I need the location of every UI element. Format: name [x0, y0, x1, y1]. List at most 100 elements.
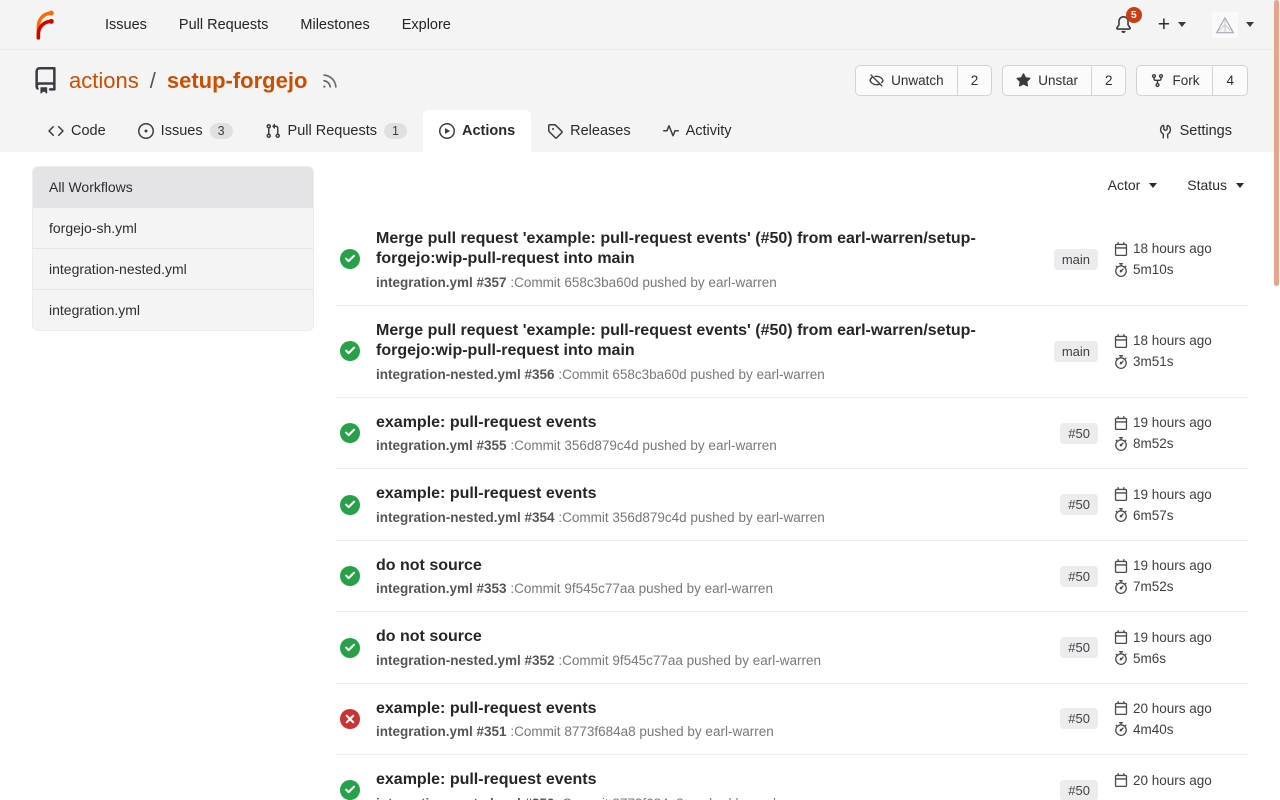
tab-activity[interactable]: Activity [647, 110, 748, 152]
run-subtitle: integration-nested.yml #352 :Commit 9f54… [376, 653, 1044, 668]
run-ref-badge[interactable]: #50 [1060, 566, 1098, 587]
run-duration: 3m51s [1114, 354, 1246, 369]
run-duration: 4m40s [1114, 722, 1246, 737]
actor-filter-dropdown[interactable]: Actor [1108, 172, 1158, 198]
workflow-run-row: do not source integration.yml #353 :Comm… [336, 540, 1248, 611]
run-ref-badge[interactable]: main [1054, 341, 1098, 362]
top-navbar: Issues Pull Requests Milestones Explore … [0, 0, 1280, 50]
tab-count-badge: 1 [384, 123, 407, 139]
run-subtitle: integration.yml #357 :Commit 658c3ba60d … [376, 275, 1038, 290]
run-duration: 5m6s [1114, 651, 1246, 666]
run-title-link[interactable]: do not source [376, 556, 996, 576]
check-circle-icon [340, 341, 360, 361]
run-title-link[interactable]: example: pull-request events [376, 413, 996, 433]
repo-action-buttons: Unwatch 2 Unstar 2 Fork [855, 65, 1248, 96]
sidebar-item-forgejo-sh-yml[interactable]: forgejo-sh.yml [33, 208, 313, 249]
watchers-count[interactable]: 2 [957, 66, 992, 95]
run-subtitle: integration-nested.yml #356 :Commit 658c… [376, 367, 1038, 382]
workflow-run-row: example: pull-request events integration… [336, 397, 1248, 468]
tab-actions[interactable]: Actions [423, 110, 531, 152]
chevron-down-icon [1246, 22, 1254, 27]
navbar-link-pull-requests[interactable]: Pull Requests [163, 0, 284, 49]
navbar-link-issues[interactable]: Issues [89, 0, 163, 49]
chevron-down-icon [1149, 183, 1157, 188]
eye-slash-icon [869, 73, 884, 88]
check-circle-icon [340, 249, 360, 269]
notification-count-badge: 5 [1126, 7, 1142, 23]
tab-pull-requests[interactable]: Pull Requests 1 [249, 110, 423, 152]
tab-settings[interactable]: Settings [1142, 110, 1248, 152]
run-ref-badge[interactable]: #50 [1060, 708, 1098, 729]
rss-icon[interactable] [321, 72, 339, 90]
run-title-link[interactable]: example: pull-request events [376, 699, 996, 719]
page-header: Issues Pull Requests Milestones Explore … [0, 0, 1280, 152]
run-subtitle: integration.yml #351 :Commit 8773f684a8 … [376, 724, 1044, 739]
tab-code[interactable]: Code [32, 110, 122, 152]
run-ref-badge[interactable]: #50 [1060, 637, 1098, 658]
page-scrollbar[interactable] [1274, 0, 1279, 286]
forks-count[interactable]: 4 [1212, 66, 1247, 95]
plus-icon: + [1158, 14, 1170, 35]
sidebar-item-integration-nested-yml[interactable]: integration-nested.yml [33, 249, 313, 290]
run-title-link[interactable]: example: pull-request events [376, 770, 996, 790]
run-filters: Actor Status [336, 166, 1248, 198]
run-title-link[interactable]: Merge pull request 'example: pull-reques… [376, 229, 996, 270]
tab-issues[interactable]: Issues 3 [122, 110, 249, 152]
stopwatch-icon [1114, 355, 1128, 369]
run-ref-badge[interactable]: main [1054, 249, 1098, 270]
run-duration: 8m52s [1114, 436, 1246, 451]
user-avatar-menu[interactable] [1212, 12, 1254, 38]
notifications-bell-icon[interactable]: 5 [1115, 16, 1132, 33]
run-duration: 5m10s [1114, 262, 1246, 277]
tab-releases[interactable]: Releases [531, 110, 646, 152]
workflow-run-row: example: pull-request events integration… [336, 683, 1248, 754]
repo-owner-link[interactable]: actions [69, 68, 139, 94]
run-time: 20 hours ago [1114, 701, 1246, 716]
stopwatch-icon [1114, 580, 1128, 594]
calendar-icon [1114, 630, 1128, 644]
repo-book-icon [32, 67, 59, 94]
tag-icon [547, 123, 563, 139]
check-circle-icon [340, 638, 360, 658]
run-duration: 6m57s [1114, 508, 1246, 523]
check-circle-icon [340, 495, 360, 515]
status-filter-dropdown[interactable]: Status [1187, 172, 1244, 198]
tools-icon [1158, 124, 1173, 139]
workflow-run-row: do not source integration-nested.yml #35… [336, 611, 1248, 682]
sidebar-item-all-workflows[interactable]: All Workflows [33, 167, 313, 208]
repo-name-link[interactable]: setup-forgejo [167, 68, 308, 94]
stopwatch-icon [1114, 437, 1128, 451]
run-title-link[interactable]: example: pull-request events [376, 484, 996, 504]
run-subtitle: integration.yml #355 :Commit 356d879c4d … [376, 438, 1044, 453]
calendar-icon [1114, 701, 1128, 715]
create-new-button[interactable]: + [1158, 14, 1186, 35]
run-time: 19 hours ago [1114, 558, 1246, 573]
workflow-run-row: Merge pull request 'example: pull-reques… [336, 214, 1248, 305]
forgejo-logo-icon[interactable] [26, 8, 59, 41]
sidebar-item-integration-yml[interactable]: integration.yml [33, 290, 313, 330]
run-time: 19 hours ago [1114, 487, 1246, 502]
workflow-run-row: example: pull-request events integration… [336, 754, 1248, 800]
navbar-link-milestones[interactable]: Milestones [284, 0, 385, 49]
run-ref-badge[interactable]: #50 [1060, 780, 1098, 800]
unstar-button: Unstar 2 [1002, 65, 1126, 96]
star-icon [1016, 73, 1031, 88]
run-title-link[interactable]: Merge pull request 'example: pull-reques… [376, 321, 996, 362]
run-title-link[interactable]: do not source [376, 627, 996, 647]
run-ref-badge[interactable]: #50 [1060, 494, 1098, 515]
navbar-link-explore[interactable]: Explore [386, 0, 467, 49]
repo-header: actions / setup-forgejo Unwatch 2 [0, 50, 1280, 108]
run-time: 18 hours ago [1114, 333, 1246, 348]
chevron-down-icon [1236, 183, 1244, 188]
workflow-sidebar: All Workflows forgejo-sh.yml integration… [32, 166, 314, 331]
run-time: 20 hours ago [1114, 773, 1246, 788]
run-subtitle: integration-nested.yml #350 :Commit 8773… [376, 796, 1044, 800]
calendar-icon [1114, 773, 1128, 787]
code-icon [48, 123, 64, 139]
check-circle-icon [340, 780, 360, 800]
tab-count-badge: 3 [210, 123, 233, 139]
run-ref-badge[interactable]: #50 [1060, 423, 1098, 444]
repo-breadcrumb: actions / setup-forgejo [32, 67, 339, 94]
stars-count[interactable]: 2 [1091, 66, 1126, 95]
fork-icon [1150, 73, 1165, 88]
